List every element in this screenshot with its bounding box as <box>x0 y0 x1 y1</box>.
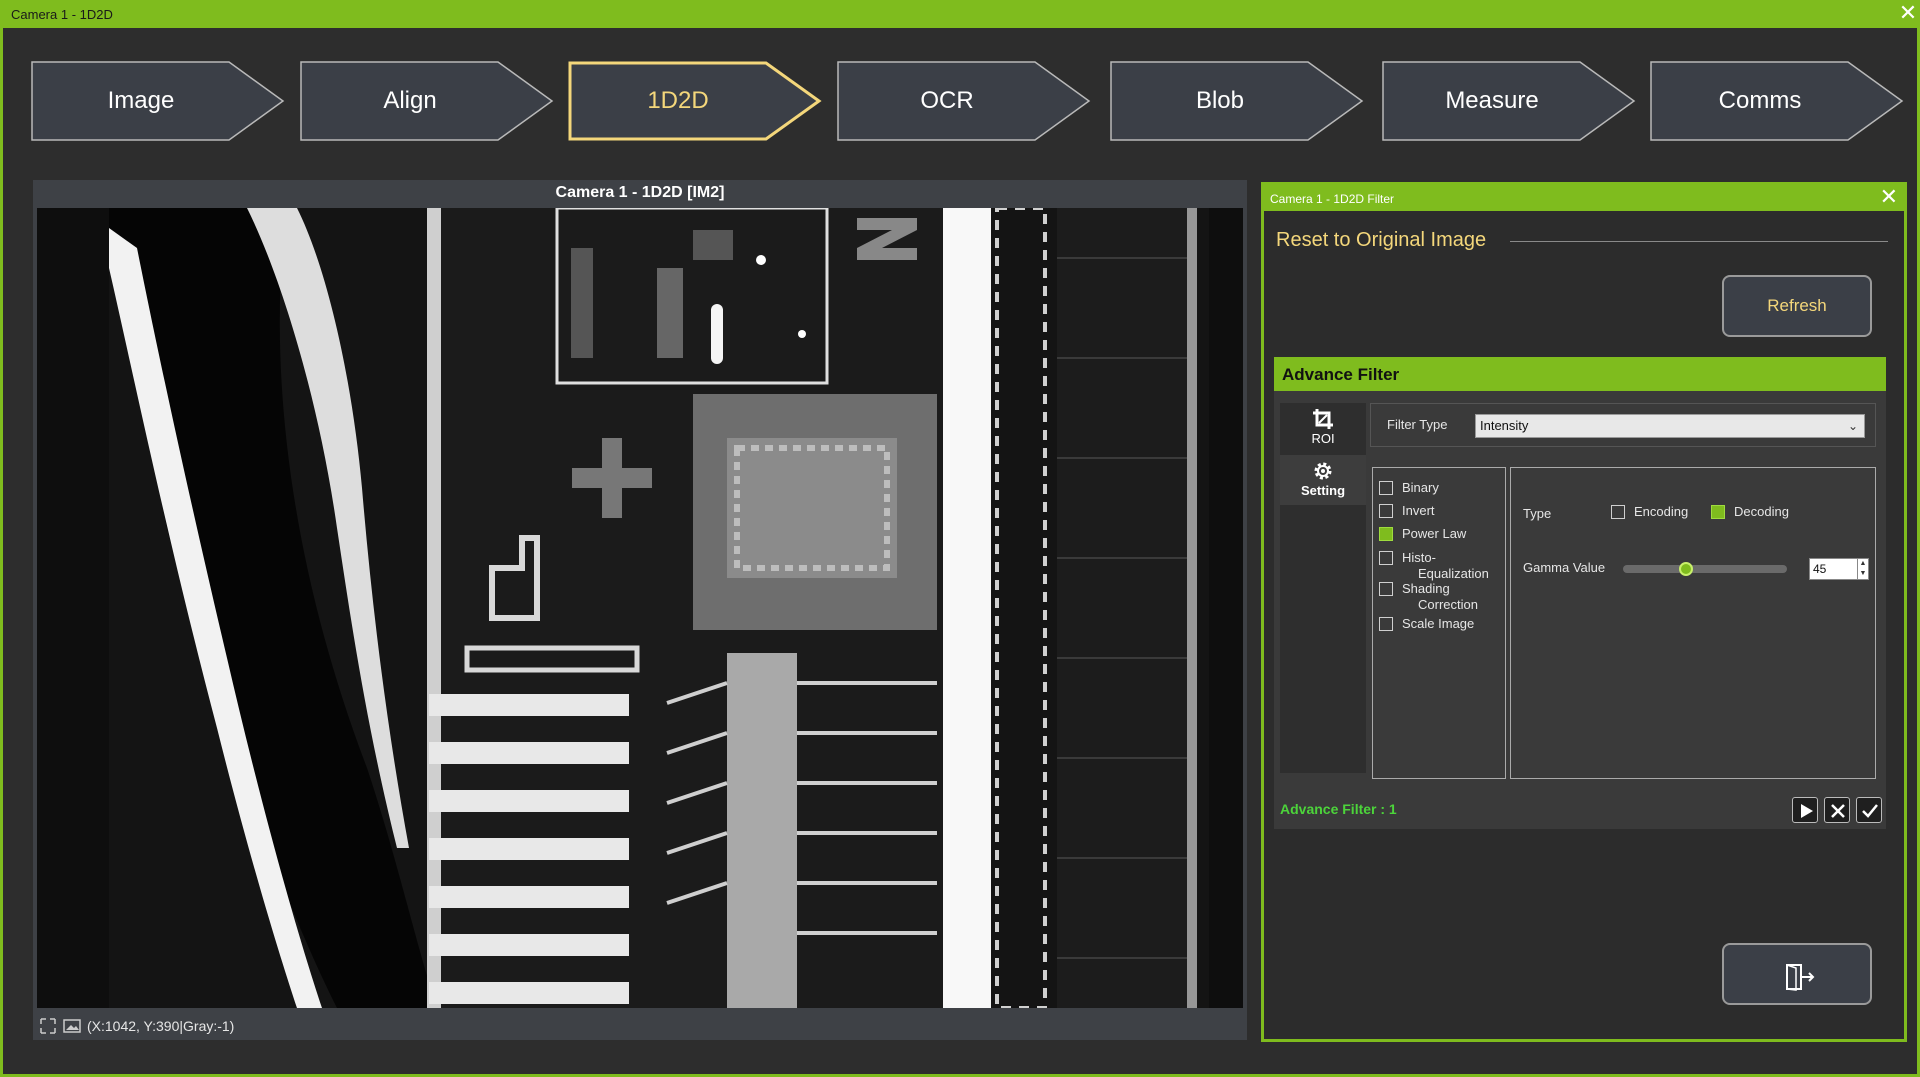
option-histo-equalization[interactable]: Histo- Equalization <box>1379 550 1489 582</box>
window-close-icon[interactable]: ✕ <box>1897 2 1919 24</box>
option-shading-correction[interactable]: Shading Correction <box>1379 581 1478 613</box>
app-window: Camera 1 - 1D2D ✕ Image Align 1D2D OCR B… <box>0 0 1920 1077</box>
viewer-title: Camera 1 - 1D2D [IM2] <box>555 184 725 201</box>
gamma-slider[interactable] <box>1623 562 1787 576</box>
option-label: Histo- Equalization <box>1402 550 1489 582</box>
filter-type-select[interactable]: Intensity ⌄ <box>1475 414 1865 438</box>
step-1d2d-label: 1D2D <box>647 87 709 114</box>
check-icon <box>1862 804 1878 818</box>
stepper-arrows-icon[interactable]: ▲ ▼ <box>1857 559 1868 579</box>
type-decoding-label: Decoding <box>1734 504 1789 519</box>
option-power-law[interactable]: Power Law <box>1379 526 1466 541</box>
checkbox[interactable] <box>1379 504 1393 518</box>
reset-section-title: Reset to Original Image <box>1276 229 1487 251</box>
window-title: Camera 1 - 1D2D <box>11 7 113 22</box>
apply-button[interactable] <box>1856 797 1882 823</box>
camera-image-canvas[interactable] <box>37 208 1243 1008</box>
step-comms-label: Comms <box>1718 87 1802 114</box>
advance-filter-tabs: ROI Setting <box>1280 403 1366 773</box>
checkbox-checked[interactable] <box>1711 505 1725 519</box>
option-scale-image[interactable]: Scale Image <box>1379 616 1474 631</box>
refresh-button[interactable]: Refresh <box>1722 275 1872 337</box>
cursor-readout: (X:1042, Y:390|Gray:-1) <box>87 1018 235 1034</box>
chevron-down-icon: ⌄ <box>1847 419 1858 433</box>
filter-type-value: Intensity <box>1480 418 1529 433</box>
play-icon <box>1801 804 1813 818</box>
option-label: Invert <box>1402 503 1435 518</box>
option-label-line2: Equalization <box>1418 566 1489 581</box>
option-label-line1: Shading <box>1402 581 1450 596</box>
filter-type-label: Filter Type <box>1387 417 1448 432</box>
step-measure-label: Measure <box>1445 87 1539 114</box>
type-encoding-label: Encoding <box>1634 504 1689 519</box>
filter-panel: Camera 1 - 1D2D Filter ✕ Reset to Origin… <box>1261 182 1907 1042</box>
filter-options-list: Binary Invert Power Law Histo- Equalizat… <box>1372 467 1506 779</box>
camera-image <box>37 208 1243 1008</box>
title-bar: Camera 1 - 1D2D ✕ <box>3 0 1920 28</box>
filter-panel-close-icon[interactable]: ✕ <box>1880 186 1898 208</box>
filter-settings-panel: Type Encoding Decoding Gamma Value 45 ▲ ▼ <box>1510 467 1876 779</box>
step-align-label: Align <box>383 87 437 114</box>
option-label: Scale Image <box>1402 616 1475 631</box>
checkbox[interactable] <box>1379 551 1393 565</box>
image-icon[interactable] <box>63 1018 81 1034</box>
type-encoding[interactable]: Encoding <box>1611 504 1688 519</box>
crop-icon <box>1280 407 1366 431</box>
checkbox[interactable] <box>1611 505 1625 519</box>
advance-filter-title: Advance Filter <box>1282 365 1400 384</box>
option-label-line1: Histo- <box>1402 550 1436 565</box>
option-label-line2: Correction <box>1418 597 1478 612</box>
step-image-label: Image <box>107 87 175 114</box>
option-binary[interactable]: Binary <box>1379 480 1439 495</box>
tab-roi-label: ROI <box>1311 431 1335 446</box>
checkbox[interactable] <box>1379 582 1393 596</box>
advance-filter-header: Advance Filter <box>1274 357 1886 391</box>
gamma-value-label: Gamma Value <box>1523 560 1606 575</box>
tab-roi[interactable]: ROI <box>1280 403 1366 453</box>
remove-button[interactable] <box>1824 797 1850 823</box>
gear-icon <box>1280 459 1366 483</box>
type-label: Type <box>1523 506 1552 521</box>
advance-filter-status: Advance Filter : 1 <box>1280 801 1397 817</box>
type-decoding[interactable]: Decoding <box>1711 504 1789 519</box>
gamma-slider-thumb[interactable] <box>1678 562 1693 576</box>
advance-filter-section: Advance Filter ROI Setting Filter Type I… <box>1274 357 1886 829</box>
filter-panel-titlebar: Camera 1 - 1D2D Filter ✕ <box>1264 185 1904 211</box>
filter-type-row: Filter Type Intensity ⌄ <box>1370 403 1876 447</box>
tab-setting[interactable]: Setting <box>1280 455 1366 505</box>
gamma-value-stepper[interactable]: 45 ▲ ▼ <box>1809 558 1869 580</box>
viewer-status-bar: (X:1042, Y:390|Gray:-1) <box>39 1016 234 1036</box>
advance-filter-footer: Advance Filter : 1 <box>1274 789 1886 829</box>
divider <box>1510 241 1888 242</box>
option-label: Power Law <box>1402 526 1467 541</box>
checkbox[interactable] <box>1379 481 1393 495</box>
fit-to-window-icon[interactable] <box>39 1018 57 1034</box>
image-viewer: Camera 1 - 1D2D [IM2] (X:1042, Y:390|Gra… <box>33 180 1247 1040</box>
checkbox-checked[interactable] <box>1379 527 1393 541</box>
filter-panel-title: Camera 1 - 1D2D Filter <box>1270 192 1395 206</box>
step-blob-label: Blob <box>1195 87 1245 114</box>
gamma-value: 45 <box>1813 562 1827 576</box>
exit-button[interactable] <box>1722 943 1872 1005</box>
play-button[interactable] <box>1792 797 1818 823</box>
tab-setting-label: Setting <box>1300 483 1346 498</box>
close-icon <box>1831 804 1845 818</box>
option-invert[interactable]: Invert <box>1379 503 1435 518</box>
exit-door-icon <box>1786 964 1815 991</box>
option-label: Shading Correction <box>1402 581 1478 613</box>
checkbox[interactable] <box>1379 617 1393 631</box>
option-label: Binary <box>1402 480 1439 495</box>
step-ocr-label: OCR <box>920 87 974 114</box>
